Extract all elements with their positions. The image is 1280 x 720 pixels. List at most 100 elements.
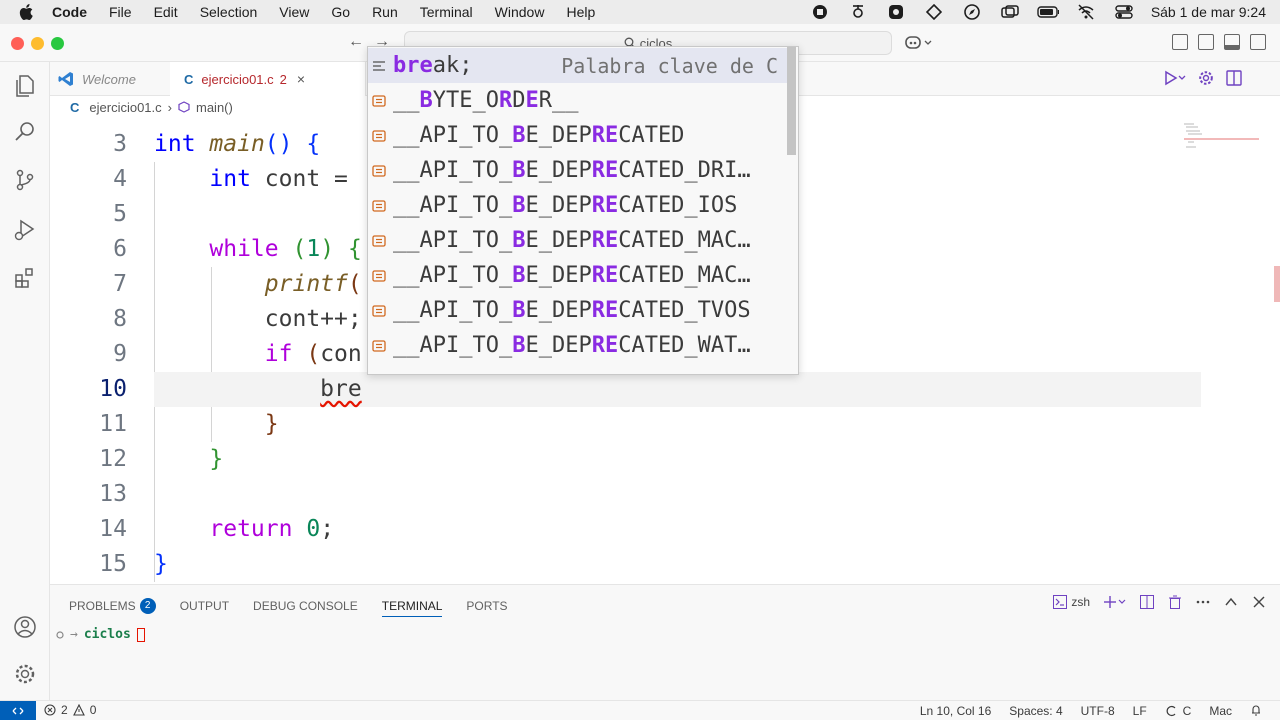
cursor-position[interactable]: Ln 10, Col 16: [920, 704, 991, 718]
menu-run[interactable]: Run: [372, 4, 398, 20]
menu-app-name[interactable]: Code: [52, 4, 87, 20]
menu-terminal[interactable]: Terminal: [420, 4, 473, 20]
terminal-shell-selector[interactable]: zsh: [1053, 595, 1090, 609]
copilot-icon[interactable]: [904, 34, 934, 52]
breadcrumb-symbol[interactable]: main(): [196, 100, 233, 115]
code-line[interactable]: 12 }: [50, 442, 1202, 477]
tab-close-icon[interactable]: ×: [297, 71, 305, 87]
suggest-label: __API_TO_BE_DEPRECATED_MAC…: [393, 263, 751, 288]
toggle-panel-icon[interactable]: [1224, 34, 1240, 50]
suggest-item-selected[interactable]: break; Palabra clave de C: [368, 48, 788, 83]
tab-output[interactable]: OUTPUT: [180, 595, 229, 617]
split-editor-icon[interactable]: [1226, 70, 1242, 86]
zoom-window-button[interactable]: [51, 37, 64, 50]
code-text: bre: [154, 372, 362, 407]
menu-help[interactable]: Help: [566, 4, 595, 20]
minimap[interactable]: [1184, 122, 1264, 152]
new-terminal-icon[interactable]: [1104, 595, 1126, 609]
tab-welcome[interactable]: Welcome: [50, 62, 170, 96]
source-control-icon[interactable]: [13, 168, 37, 192]
grid-app-icon[interactable]: [885, 3, 907, 21]
accounts-icon[interactable]: [13, 615, 37, 639]
terminal-prompt[interactable]: → ciclos: [56, 627, 145, 642]
code-line[interactable]: 15}: [50, 547, 1202, 582]
menu-clock[interactable]: Sáb 1 de mar 9:24: [1151, 4, 1266, 20]
language-mode[interactable]: C: [1165, 704, 1191, 718]
breadcrumb-file[interactable]: ejercicio01.c: [89, 100, 161, 115]
more-actions-icon[interactable]: [1196, 595, 1210, 609]
tab-problems[interactable]: PROBLEMS 2: [69, 595, 156, 617]
menu-file[interactable]: File: [109, 4, 132, 20]
code-line[interactable]: 10 bre: [50, 372, 1202, 407]
platform-config[interactable]: Mac: [1209, 704, 1232, 718]
suggest-item[interactable]: __API_TO_BE_DEPRECATED_IOS: [368, 188, 788, 223]
suggest-item[interactable]: __API_TO_BE_DEPRECATED_MAC…: [368, 223, 788, 258]
label-text: __API_TO_: [393, 263, 513, 288]
macos-menu-bar: Code File Edit Selection View Go Run Ter…: [0, 0, 1280, 24]
toggle-secondary-sidebar-icon[interactable]: [1250, 34, 1266, 50]
window-icon[interactable]: [999, 3, 1021, 21]
record-icon[interactable]: [809, 3, 831, 21]
suggest-item[interactable]: __BYTE_ORDER__: [368, 83, 788, 118]
split-terminal-icon[interactable]: [1140, 595, 1154, 609]
suggest-widget[interactable]: break; Palabra clave de C __BYTE_ORDER__ __…: [367, 46, 799, 375]
line-number: 10: [99, 376, 127, 402]
tab-ports[interactable]: PORTS: [466, 595, 507, 617]
explorer-icon[interactable]: [13, 74, 37, 98]
suggest-item[interactable]: __API_TO_BE_DEPRECATED_WAT…: [368, 328, 788, 363]
maximize-panel-icon[interactable]: [1224, 595, 1238, 609]
search-sidebar-icon[interactable]: [13, 120, 37, 144]
settings-gear-icon[interactable]: [13, 662, 37, 686]
menu-edit[interactable]: Edit: [154, 4, 178, 20]
gear-icon[interactable]: [1198, 70, 1214, 86]
end-of-line[interactable]: LF: [1133, 704, 1147, 718]
suggest-item[interactable]: __API_TO_BE_DEPRECATED_TVOS: [368, 293, 788, 328]
back-arrow-icon[interactable]: ←: [348, 33, 364, 51]
suggest-item[interactable]: __API_TO_BE_DEPRECATED: [368, 118, 788, 153]
apple-icon[interactable]: [18, 3, 36, 21]
tab-debug-console[interactable]: DEBUG CONSOLE: [253, 595, 358, 617]
menu-view[interactable]: View: [279, 4, 309, 20]
extensions-icon[interactable]: [13, 266, 37, 290]
run-file-icon[interactable]: [1164, 70, 1186, 86]
code-token: cont =: [250, 166, 362, 192]
minimize-window-button[interactable]: [31, 37, 44, 50]
toggle-primary-sidebar-icon[interactable]: [1198, 34, 1214, 50]
battery-icon[interactable]: [1037, 3, 1059, 21]
close-panel-icon[interactable]: [1252, 595, 1266, 609]
control-center-icon[interactable]: [1113, 3, 1135, 21]
tab-ejercicio01[interactable]: C ejercicio01.c 2 ×: [170, 62, 366, 96]
code-line[interactable]: 11 }: [50, 407, 1202, 442]
code-line[interactable]: 14 return 0;: [50, 512, 1202, 547]
suggest-scrollbar[interactable]: [787, 47, 796, 155]
suggest-item[interactable]: __API_TO_BE_DEPRECATED_MAC…: [368, 258, 788, 293]
tab-terminal[interactable]: TERMINAL: [381, 595, 443, 617]
trash-icon[interactable]: [1168, 595, 1182, 609]
arrows-icon[interactable]: [923, 3, 945, 21]
constant-icon: [372, 269, 386, 282]
menu-go[interactable]: Go: [331, 4, 350, 20]
encoding[interactable]: UTF-8: [1081, 704, 1115, 718]
match-highlight: RE: [591, 263, 619, 288]
layout-custom-icon[interactable]: [1172, 34, 1188, 50]
status-problems[interactable]: 2 0: [44, 703, 96, 717]
match-highlight: B: [512, 228, 526, 253]
line-number: 9: [113, 341, 127, 367]
problems-count-badge: 2: [139, 598, 156, 614]
suggest-item[interactable]: __API_TO_BE_DEPRECATED_DRI…: [368, 153, 788, 188]
run-debug-icon[interactable]: [13, 218, 37, 242]
remote-window-button[interactable]: [0, 701, 36, 720]
remote-icon: [12, 707, 24, 715]
code-line[interactable]: 13: [50, 477, 1202, 512]
menu-selection[interactable]: Selection: [200, 4, 258, 20]
indentation[interactable]: Spaces: 4: [1009, 704, 1062, 718]
notifications-bell-icon[interactable]: [1250, 704, 1262, 716]
close-window-button[interactable]: [11, 37, 24, 50]
activity-bar: [0, 62, 50, 700]
compass-icon[interactable]: [961, 3, 983, 21]
constant-icon: [372, 304, 386, 317]
commit-icon[interactable]: [847, 3, 869, 21]
wifi-off-icon[interactable]: [1075, 3, 1097, 21]
menu-window[interactable]: Window: [495, 4, 545, 20]
